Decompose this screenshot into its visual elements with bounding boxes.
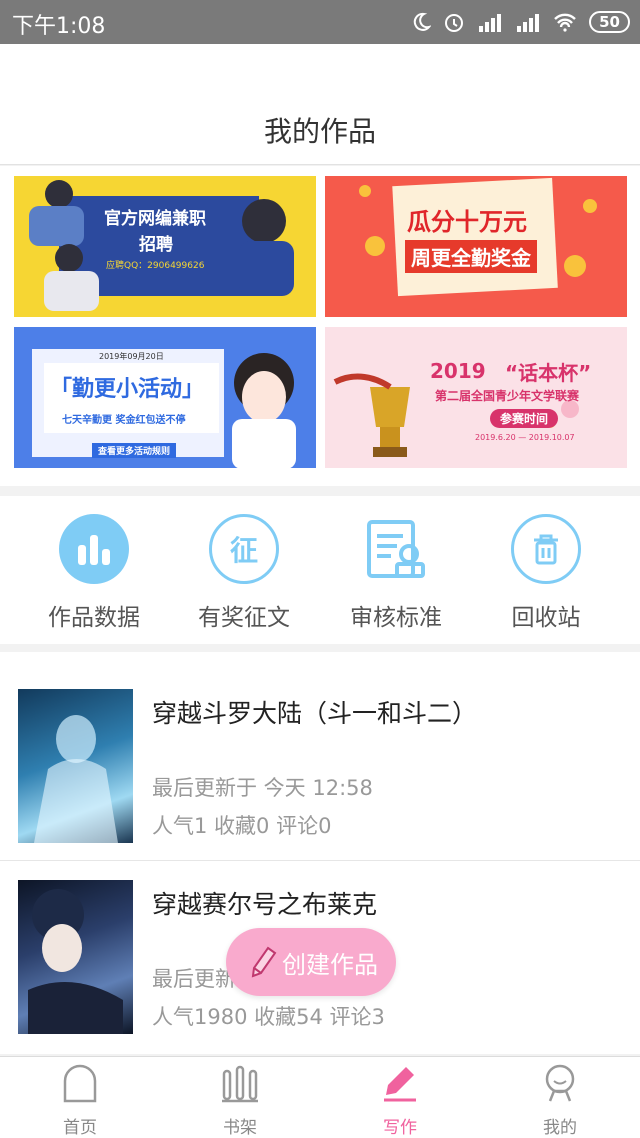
tab-home[interactable]: 首页 — [40, 1063, 120, 1138]
banner-bonus[interactable]: 瓜分十万元 周更全勤奖金 — [325, 176, 627, 317]
tab-label: 写作 — [383, 1118, 417, 1138]
recruit-qq: 应聘QQ：2906499626 — [106, 261, 205, 271]
tab-bookshelf[interactable]: 书架 — [200, 1063, 280, 1138]
home-icon — [63, 1064, 97, 1103]
status-bar: 下午1:08 50 — [0, 0, 640, 44]
quick-action-review[interactable]: 审核标准 — [331, 514, 461, 632]
book-updated: 最后更新于 今天 12:58 — [152, 776, 373, 800]
signal-icon — [517, 14, 540, 32]
quick-action-label: 回收站 — [511, 605, 581, 631]
book-stats: 人气1 收藏0 评论0 — [152, 814, 332, 838]
tab-label: 首页 — [63, 1118, 97, 1138]
activity-rules-link[interactable]: 查看更多活动规则 — [92, 443, 177, 458]
bonus-line1: 瓜分十万元 — [407, 208, 527, 236]
bonus-line2: 周更全勤奖金 — [405, 240, 537, 273]
quick-action-trash[interactable]: 回收站 — [481, 514, 611, 632]
quick-action-label: 审核标准 — [350, 605, 442, 631]
quick-action-data[interactable]: 作品数据 — [29, 514, 159, 632]
status-time: 下午1:08 — [12, 14, 106, 39]
tab-profile[interactable]: 我的 — [520, 1063, 600, 1138]
status-icons: 50 — [411, 8, 630, 36]
contest-subtitle: 第二届全国青少年文学联赛 — [435, 389, 580, 403]
contest-year: 2019 — [430, 359, 486, 383]
bottom-tab-bar: 首页 书架 写作 我的 — [0, 1056, 640, 1138]
quick-action-label: 有奖征文 — [198, 605, 290, 631]
moon-icon — [413, 12, 432, 31]
list-item[interactable]: 穿越斗罗大陆（斗一和斗二） 最后更新于 今天 12:58 人气1 收藏0 评论0 — [0, 652, 640, 861]
create-work-button[interactable]: 创建作品 — [226, 928, 396, 996]
recruit-subtitle: 招聘 — [139, 235, 173, 255]
book-title: 穿越斗罗大陆（斗一和斗二） — [152, 699, 478, 728]
book-cover — [18, 689, 133, 843]
contest-name: “话本杯” — [505, 361, 592, 385]
contest-dates: 2019.6.20 — 2019.10.07 — [475, 433, 575, 442]
quick-action-label: 作品数据 — [48, 605, 140, 631]
contest-stamp: 参赛时间 — [490, 409, 559, 428]
tab-label: 书架 — [223, 1118, 257, 1138]
book-title: 穿越赛尔号之布莱克 — [152, 890, 378, 919]
quick-action-contest[interactable]: 征 有奖征文 — [179, 514, 309, 632]
profile-icon — [545, 1064, 575, 1102]
signal-hd-icon — [479, 14, 502, 32]
trash-icon — [511, 514, 581, 584]
contest-icon: 征 — [209, 514, 279, 584]
alarm-icon — [445, 14, 464, 32]
activity-title: 「勤更小活动」 — [50, 377, 205, 402]
book-stats: 人气1980 收藏54 评论3 — [152, 1005, 385, 1029]
banner-contest[interactable]: 2019 “话本杯” 第二届全国青少年文学联赛 参赛时间 2019.6.20 —… — [325, 327, 627, 468]
banner-recruit[interactable]: 官方网编兼职 招聘 应聘QQ：2906499626 — [14, 176, 316, 317]
banner-grid: 官方网编兼职 招聘 应聘QQ：2906499626 瓜分十万元 周更全勤奖金 2… — [0, 166, 640, 486]
book-cover — [18, 880, 133, 1034]
banner-activity[interactable]: 2019年09月20日 「勤更小活动」 七天辛勤更 奖金红包送不停 查看更多活动… — [14, 327, 316, 468]
battery-indicator: 50 — [589, 11, 630, 33]
quick-actions: 作品数据 征 有奖征文 审核标准 回收站 — [0, 496, 640, 644]
activity-date: 2019年09月20日 — [99, 352, 164, 361]
tab-label: 我的 — [543, 1118, 577, 1138]
activity-subtitle: 七天辛勤更 奖金红包送不停 — [62, 415, 186, 426]
page-header: 我的作品 — [0, 44, 640, 165]
pen-icon — [384, 1067, 416, 1102]
review-document-icon — [361, 514, 431, 584]
recruit-title: 官方网编兼职 — [104, 209, 206, 229]
bar-chart-icon — [59, 514, 129, 584]
page-title: 我的作品 — [263, 115, 376, 148]
tab-write[interactable]: 写作 — [360, 1063, 440, 1138]
pencil-icon — [251, 946, 277, 978]
create-work-label: 创建作品 — [282, 950, 378, 979]
bookshelf-icon — [222, 1065, 258, 1103]
wifi-icon — [554, 13, 576, 32]
